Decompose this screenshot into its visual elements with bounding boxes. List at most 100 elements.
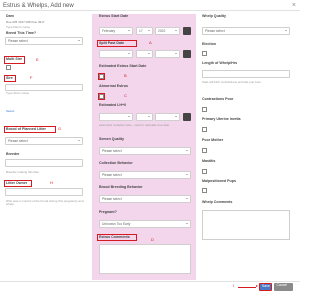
pregnant-select[interactable]: Unknown Too Early (99, 220, 191, 228)
split-month-select[interactable] (99, 50, 133, 58)
whelp-quality-value: Please select (205, 28, 225, 33)
est-lh-hint: estimated ovulation date - used to calcu… (99, 123, 170, 127)
lh-day-select[interactable] (136, 113, 153, 121)
breeder-label: Breeder (6, 152, 20, 156)
est-lh-label: Estimated LH+0 (99, 103, 127, 107)
chevron-down-icon (148, 53, 150, 55)
cancel-button-label: Cancel (276, 283, 288, 288)
brood-breeding-select[interactable]: Please select (99, 195, 191, 203)
contractions-checkbox[interactable] (202, 107, 207, 112)
chevron-down-icon (148, 30, 150, 32)
chevron-down-icon (186, 174, 188, 176)
chevron-down-icon (186, 223, 188, 225)
collection-select[interactable]: Please select (99, 171, 191, 179)
estrus-start-label: Estrus Start Date (99, 14, 129, 18)
marker-h: H (50, 180, 53, 185)
calendar-icon[interactable] (183, 50, 191, 58)
cancel-button[interactable]: Cancel (274, 282, 293, 291)
bred-select-value: Please select (8, 38, 28, 43)
marker-box-e (4, 56, 25, 64)
marker-e: E (36, 57, 39, 62)
marker-box-b (98, 73, 105, 80)
month-select[interactable]: February (99, 27, 133, 35)
chevron-down-icon (175, 30, 177, 32)
length-input[interactable] (202, 70, 290, 78)
abnormal-label: Abnormal Estrus (99, 84, 128, 88)
marker-box-c (98, 93, 105, 100)
chevron-down-icon (128, 30, 130, 32)
breeder-input[interactable] (5, 159, 83, 167)
whelp-quality-label: Whelp Quality (202, 14, 226, 18)
select-sire-link[interactable]: Select (6, 109, 14, 113)
breeder-hint: Breeder making this litter (6, 170, 40, 174)
lh-month-select[interactable] (99, 113, 133, 121)
owner-input[interactable] (5, 188, 83, 196)
bred-label: Breed This Time? (6, 31, 37, 35)
election-checkbox[interactable] (202, 51, 207, 56)
month-value: February (102, 28, 116, 33)
brood-breeding-label: Brood Breeding Behavior (99, 185, 143, 189)
sire-input[interactable] (5, 84, 83, 91)
dam-label: Dam (6, 14, 14, 18)
malpositioned-checkbox[interactable] (202, 188, 207, 193)
whelp-comments-label: Whelp Comments (202, 200, 233, 204)
contractions-label: Contractions Poor (202, 97, 234, 101)
marker-i: I (233, 283, 235, 288)
chevron-down-icon (285, 30, 287, 32)
calendar-icon[interactable] (183, 27, 191, 35)
marker-b: B (124, 73, 127, 78)
whelp-quality-select[interactable]: Please select (202, 27, 290, 35)
dialog-header: Estrus & Whelps, Add new × (0, 0, 300, 11)
close-icon[interactable]: × (292, 2, 296, 9)
uterine-checkbox[interactable] (202, 127, 207, 132)
split-day-select[interactable] (136, 50, 153, 58)
split-year-select[interactable] (155, 50, 180, 58)
dam-value[interactable]: Rue 005 4917 008 Rue 4917 (6, 20, 45, 24)
chevron-down-icon (78, 140, 80, 142)
semen-label: Semen Quality (99, 137, 124, 141)
arrow-to-save (238, 285, 258, 288)
whelp-comments-textarea[interactable] (202, 210, 290, 240)
election-label: Election (202, 42, 216, 46)
marker-box-g (4, 126, 56, 133)
chevron-down-icon (186, 198, 188, 200)
day-select[interactable]: 17 (136, 27, 153, 35)
save-button-label: Save (262, 284, 270, 289)
lh-year-select[interactable] (155, 113, 180, 121)
brood-select[interactable]: Please select (5, 137, 83, 145)
semen-value: Please select (102, 148, 122, 153)
dialog-title: Estrus & Whelps, Add new (3, 2, 74, 9)
marker-c: C (124, 93, 127, 98)
calendar-icon[interactable] (183, 113, 191, 121)
estrus-comments-textarea[interactable] (99, 244, 191, 274)
semen-select[interactable]: Please select (99, 147, 191, 155)
uterine-label: Primary Uterine Inertia (202, 117, 241, 121)
marker-f: F (30, 75, 33, 80)
save-button[interactable]: Save (259, 282, 272, 291)
multi-sire-checkbox[interactable] (6, 65, 11, 70)
chevron-down-icon (175, 116, 177, 118)
length-hint: Start will birth contractions end last p… (202, 80, 262, 84)
chevron-down-icon (175, 53, 177, 55)
length-label: Length of Whelp/Hrs (202, 61, 238, 65)
chevron-down-icon (186, 150, 188, 152)
year-select[interactable]: 2022 (155, 27, 180, 35)
malpositioned-label: Malpositioned Pups (202, 179, 236, 183)
pregnant-label: Pregnant? (99, 210, 117, 214)
marker-box-h (4, 180, 32, 187)
collection-label: Collection Behavior (99, 161, 133, 165)
year-value: 2022 (158, 28, 166, 33)
day-value: 17 (139, 28, 143, 33)
marker-box-a (97, 40, 137, 47)
marker-box-d (97, 234, 137, 241)
poor-mother-checkbox[interactable] (202, 148, 207, 153)
mastitis-checkbox[interactable] (202, 169, 207, 174)
chevron-down-icon (128, 116, 130, 118)
bred-select[interactable]: Please select (5, 37, 83, 45)
collection-value: Please select (102, 172, 122, 177)
brood-select-value: Please select (8, 138, 28, 143)
dam-hint: Type Dam's name (6, 25, 31, 29)
poor-mother-label: Poor Mother (202, 138, 224, 142)
sire-hint: Type Sire's name (6, 91, 30, 95)
owner-hint: Who was in control of the brood during t… (6, 199, 84, 207)
